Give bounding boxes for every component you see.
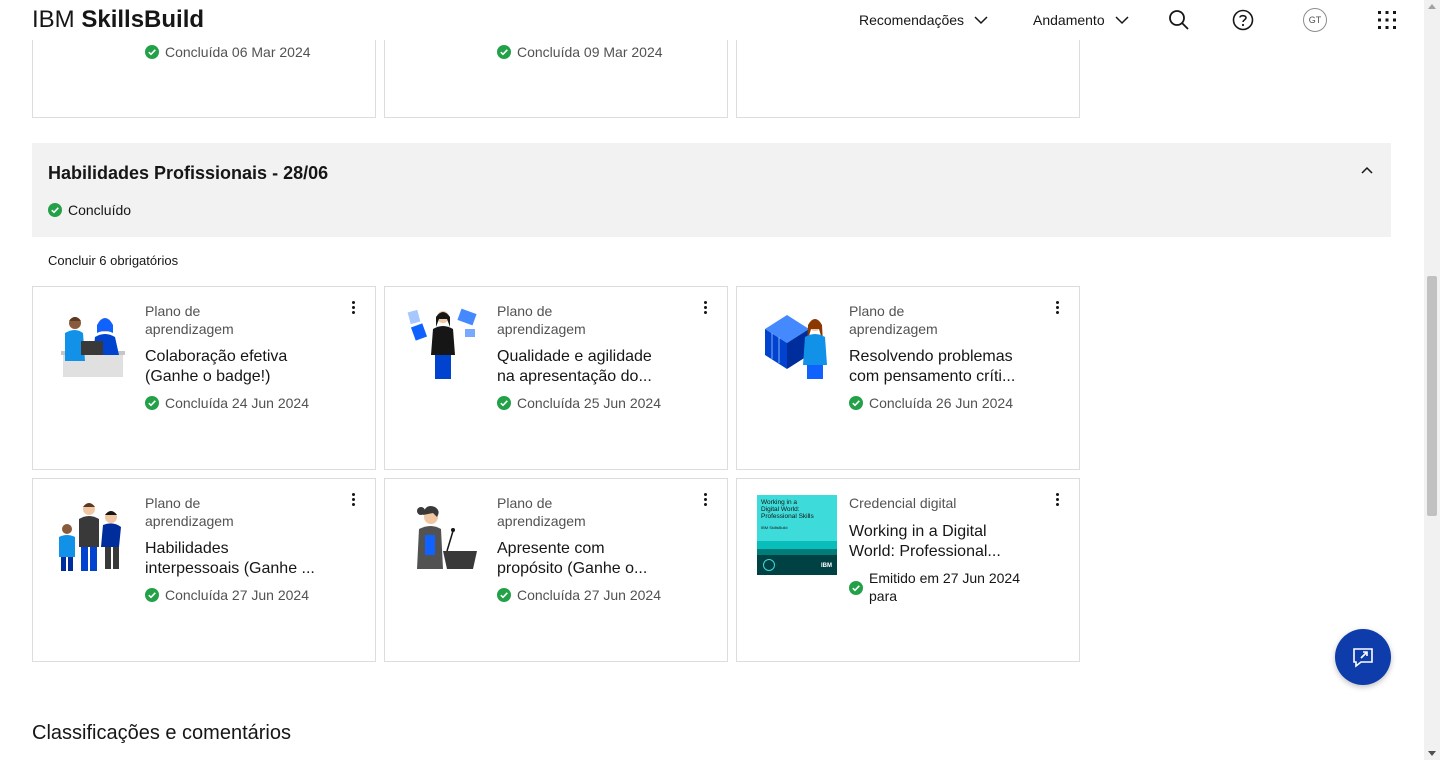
card-type: Plano de aprendizagem xyxy=(145,495,234,529)
card-status: Concluída 06 Mar 2024 xyxy=(145,43,311,61)
check-circle-icon xyxy=(145,588,159,602)
card-title[interactable]: Colaboração efetiva (Ganhe o badge!) xyxy=(145,347,341,387)
card-status: Emitido em 27 Jun 2024 para xyxy=(849,569,1020,605)
ibm-logo: IBM xyxy=(821,563,832,569)
credential-cover-subtitle: IBM SkillsBuild xyxy=(761,525,788,530)
overflow-menu-icon[interactable] xyxy=(349,493,357,509)
avatar[interactable]: GT xyxy=(1303,8,1327,32)
chevron-down-icon xyxy=(1115,16,1129,25)
avatar-initials: GT xyxy=(1308,15,1322,25)
feedback-button[interactable] xyxy=(1335,629,1391,685)
chevron-up-icon[interactable] xyxy=(1359,163,1375,179)
course-card[interactable]: Plano de aprendizagem Qualidade e agilida… xyxy=(384,286,728,470)
overflow-menu-icon[interactable] xyxy=(701,301,709,317)
section-header[interactable]: Habilidades Profissionais - 28/06 Conclu… xyxy=(32,143,1391,237)
check-circle-icon xyxy=(497,396,511,410)
course-card[interactable]: Plano de aprendizagem Habilidades interpes… xyxy=(32,478,376,662)
credential-card[interactable]: Working in a Digital World: Professional S… xyxy=(736,478,1080,662)
required-count-label: Concluir 6 obrigatórios xyxy=(48,253,179,268)
check-circle-icon xyxy=(497,588,511,602)
card-status-text: Concluída 24 Jun 2024 xyxy=(165,395,309,411)
reviews-heading: Classificações e comentários xyxy=(32,722,291,744)
credential-cover-title: Working in a Digital World: Professional S… xyxy=(761,499,814,520)
card-type: Plano de aprendizagem xyxy=(497,303,586,337)
card-status-text: Emitido em 27 Jun 2024 xyxy=(869,570,1020,586)
card-status-text: Concluída 06 Mar 2024 xyxy=(165,44,311,60)
brand-ibm: IBM xyxy=(32,6,75,33)
card-type: Plano de aprendizagem xyxy=(145,303,234,337)
brand-logo[interactable]: IBM SkillsBuild xyxy=(32,6,204,34)
card-title[interactable]: Apresente com propósito (Ganhe o... xyxy=(497,539,693,579)
course-card[interactable]: Plano de aprendizagem Resolvendo problema… xyxy=(736,286,1080,470)
card-status: Concluída 27 Jun 2024 xyxy=(497,586,661,604)
card-title[interactable]: Resolvendo problemas com pensamento críti… xyxy=(849,347,1045,387)
credential-cover: Working in a Digital World: Professional S… xyxy=(757,495,837,575)
card-status-text: Concluída 25 Jun 2024 xyxy=(517,395,661,411)
check-circle-icon xyxy=(145,45,159,59)
check-circle-icon xyxy=(849,396,863,410)
card-status: Concluída 09 Mar 2024 xyxy=(497,43,663,61)
search-icon[interactable] xyxy=(1167,8,1191,32)
overflow-menu-icon[interactable] xyxy=(1053,493,1061,509)
group-of-people-illustration xyxy=(59,503,121,571)
card-status-text: Concluída 09 Mar 2024 xyxy=(517,44,663,60)
check-circle-icon xyxy=(145,396,159,410)
top-header: IBM SkillsBuild Recomendações Andamento … xyxy=(0,0,1424,40)
overflow-menu-icon[interactable] xyxy=(349,301,357,317)
brand-product: SkillsBuild xyxy=(81,6,205,33)
scroll-thumb[interactable] xyxy=(1427,276,1437,516)
woman-with-cube-illustration xyxy=(765,315,827,379)
check-circle-icon xyxy=(48,203,62,217)
overflow-menu-icon[interactable] xyxy=(701,493,709,509)
woman-with-documents-illustration xyxy=(407,308,477,379)
vertical-scrollbar[interactable] xyxy=(1424,0,1440,760)
card-status: Concluída 26 Jun 2024 xyxy=(849,394,1013,412)
nav-recommendations[interactable]: Recomendações xyxy=(859,10,988,30)
check-circle-icon xyxy=(497,45,511,59)
woman-at-podium-illustration xyxy=(417,506,477,569)
nav-progress-label: Andamento xyxy=(1033,12,1105,28)
card-type: Plano de aprendizagem xyxy=(497,495,586,529)
card-status: Concluída 27 Jun 2024 xyxy=(145,586,309,604)
card-status-text: Concluída 27 Jun 2024 xyxy=(517,587,661,603)
chevron-down-icon xyxy=(974,16,988,25)
overflow-menu-icon[interactable] xyxy=(1053,301,1061,317)
card-title[interactable]: Qualidade e agilidade na apresentação do.… xyxy=(497,347,693,387)
course-card[interactable]: Plano de aprendizagem Colaboração efetiva… xyxy=(32,286,376,470)
section-status-text: Concluído xyxy=(68,202,132,218)
scroll-up-arrow-icon[interactable] xyxy=(1428,4,1436,9)
card-status-text-2: para xyxy=(869,588,898,604)
card-status: Concluída 25 Jun 2024 xyxy=(497,394,661,412)
card-status-text: Concluída 27 Jun 2024 xyxy=(165,587,309,603)
nav-progress[interactable]: Andamento xyxy=(1033,10,1129,30)
card-status-text: Concluída 26 Jun 2024 xyxy=(869,395,1013,411)
section-status: Concluído xyxy=(48,201,131,219)
card-type: Plano de aprendizagem xyxy=(849,303,938,337)
launch-chat-icon xyxy=(1353,648,1373,668)
help-icon[interactable] xyxy=(1231,8,1255,32)
course-card[interactable]: Plano de aprendizagem Apresente com propós… xyxy=(384,478,728,662)
check-circle-icon xyxy=(849,581,863,595)
card-title[interactable]: Working in a Digital World: Professional.… xyxy=(849,522,1045,562)
two-people-laptop-illustration xyxy=(61,317,125,377)
card-status: Concluída 24 Jun 2024 xyxy=(145,394,309,412)
nav-recommendations-label: Recomendações xyxy=(859,12,965,28)
section-title: Habilidades Profissionais - 28/06 xyxy=(48,163,329,183)
card-title[interactable]: Habilidades interpessoais (Ganhe ... xyxy=(145,539,341,579)
card-type: Credencial digital xyxy=(849,495,957,511)
app-switcher-icon[interactable] xyxy=(1375,8,1399,32)
scroll-down-arrow-icon[interactable] xyxy=(1428,751,1436,756)
